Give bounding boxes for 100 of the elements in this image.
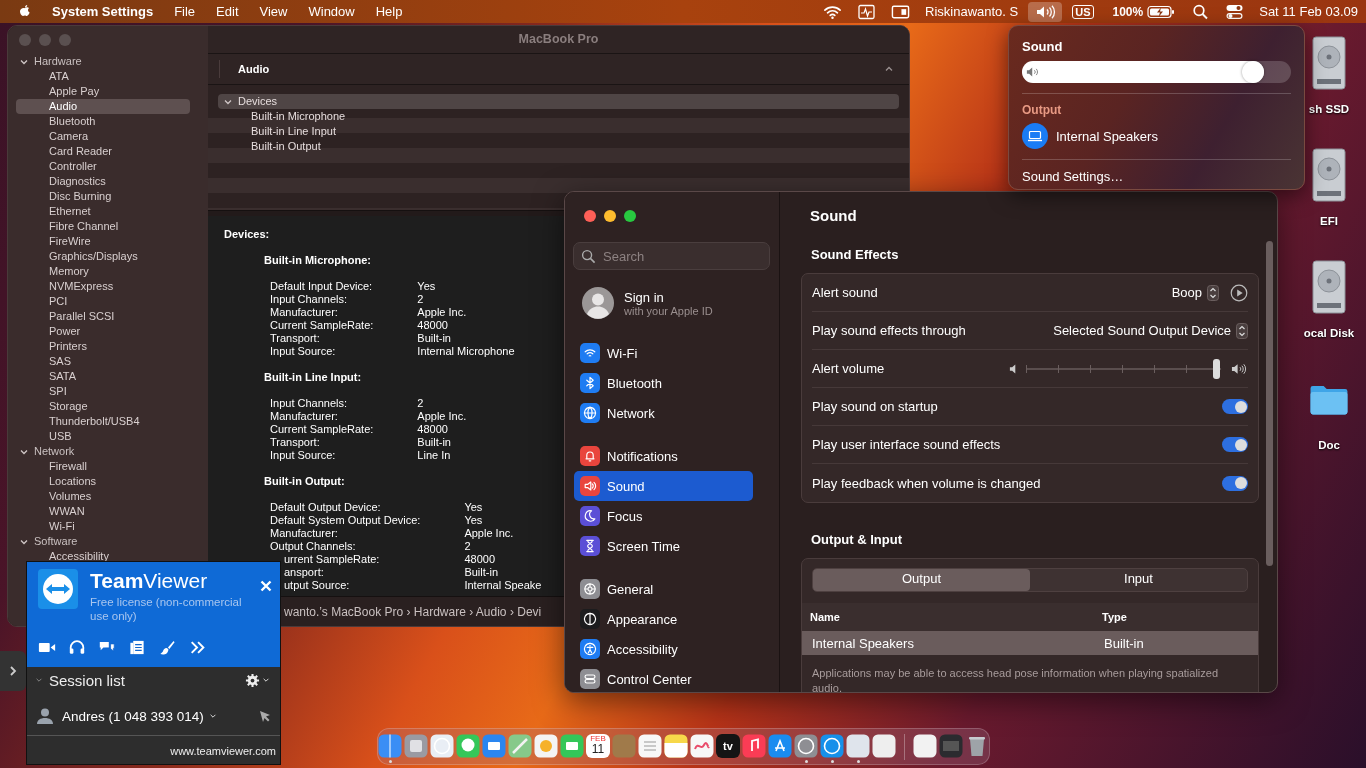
sidebar-item[interactable]: Audio	[16, 99, 190, 114]
tree-item[interactable]: Devices	[218, 94, 899, 109]
tree-item[interactable]: Built-in Microphone	[218, 109, 899, 124]
hard-drive-icon[interactable]	[1309, 33, 1349, 93]
desktop-icon-label[interactable]: EFI	[1320, 215, 1338, 227]
tree-item[interactable]: Built-in Output	[218, 139, 899, 154]
user-name[interactable]: Riskinawanto. S	[925, 4, 1019, 19]
app-icon[interactable]	[794, 734, 818, 758]
slider-thumb[interactable]	[1213, 358, 1221, 379]
brush-icon[interactable]	[158, 639, 176, 656]
menu-item[interactable]: View	[259, 4, 288, 19]
sidebar-group[interactable]: Hardware	[8, 54, 208, 69]
app-icon[interactable]	[560, 734, 584, 758]
caret-icon[interactable]	[208, 712, 217, 720]
chevron-down-icon[interactable]	[35, 676, 43, 684]
sidebar-item[interactable]: Storage	[16, 399, 190, 414]
hard-drive-icon[interactable]	[1309, 257, 1349, 317]
sidebar-item[interactable]: Appearance	[574, 604, 753, 634]
scrollbar-thumb[interactable]	[1266, 241, 1273, 566]
sidebar-item[interactable]: SAS	[16, 354, 190, 369]
sidebar-item[interactable]: Diagnostics	[16, 174, 190, 189]
app-icon[interactable]	[430, 734, 454, 758]
sidebar-item[interactable]: USB	[16, 429, 190, 444]
app-icon[interactable]	[482, 734, 506, 758]
sidebar-item[interactable]: Apple Pay	[16, 84, 190, 99]
sidebar-item[interactable]: Power	[16, 324, 190, 339]
sidebar-item[interactable]: Card Reader	[16, 144, 190, 159]
desktop-icon-label[interactable]: Doc	[1318, 439, 1340, 451]
sidebar-item[interactable]: Fibre Channel	[16, 219, 190, 234]
tree-item[interactable]: Built-in Line Input	[218, 124, 899, 139]
sidebar-item[interactable]: Graphics/Displays	[16, 249, 190, 264]
chart-icon[interactable]	[857, 3, 876, 20]
menu-item[interactable]: Help	[375, 4, 403, 19]
sidebar-item[interactable]: Accessibility	[16, 549, 190, 564]
sidebar-item[interactable]: Printers	[16, 339, 190, 354]
sidebar-item[interactable]: FireWire	[16, 234, 190, 249]
wifi-icon[interactable]	[823, 3, 842, 20]
column-header[interactable]: Name	[802, 611, 1102, 623]
app-menu[interactable]: System Settings	[52, 4, 154, 19]
app-icon[interactable]	[456, 734, 480, 758]
menu-item[interactable]: Window	[308, 4, 355, 19]
toggles-icon[interactable]	[1225, 3, 1245, 20]
sidebar-item[interactable]: Wi-Fi	[16, 519, 190, 534]
sidebar-item[interactable]: Parallel SCSI	[16, 309, 190, 324]
sidebar-item[interactable]: Camera	[16, 129, 190, 144]
zoom-button[interactable]	[624, 210, 636, 222]
app-icon[interactable]	[638, 734, 662, 758]
table-row[interactable]: Internal Speakers Built-in	[802, 631, 1258, 655]
volume-button[interactable]	[1028, 1, 1063, 22]
sidebar-item[interactable]: Ethernet	[16, 204, 190, 219]
app-icon[interactable]	[872, 734, 896, 758]
input-source-indicator[interactable]: US	[1072, 4, 1094, 19]
website-link[interactable]: www.teamviewer.com	[170, 745, 276, 757]
clock[interactable]: Sat 11 Feb 03.09	[1259, 4, 1358, 19]
app-icon[interactable]: tv	[716, 734, 740, 758]
cursor-arrow-icon[interactable]	[258, 709, 272, 723]
column-header[interactable]: Type	[1102, 611, 1127, 623]
close-icon[interactable]	[260, 580, 272, 592]
segment-tab[interactable]: Output	[813, 569, 1030, 591]
popup-menu[interactable]: Selected Sound Output Device	[1053, 322, 1248, 339]
sidebar-item[interactable]: SATA	[16, 369, 190, 384]
sidebar-item[interactable]: SPI	[16, 384, 190, 399]
sidebar-item[interactable]: Control Center	[574, 664, 753, 692]
menu-item[interactable]: File	[174, 4, 196, 19]
sidebar-item[interactable]: Controller	[16, 159, 190, 174]
app-icon[interactable]	[690, 734, 714, 758]
sidebar-item[interactable]: Firewall	[16, 459, 190, 474]
sidebar-item[interactable]: Bluetooth	[574, 368, 753, 398]
sidebar-item[interactable]: Memory	[16, 264, 190, 279]
search-field[interactable]: Search	[573, 242, 770, 270]
calendar-app-icon[interactable]: FEB 11	[586, 734, 610, 758]
sidebar-item[interactable]: Accessibility	[574, 634, 753, 664]
sidebar-item[interactable]: Notifications	[574, 441, 753, 471]
headset-icon[interactable]	[68, 639, 86, 656]
double-chevron-icon[interactable]	[188, 639, 206, 656]
desktop-icon-label[interactable]: sh SSD	[1308, 103, 1350, 115]
app-icon[interactable]	[846, 734, 870, 758]
sidebar-item[interactable]: Screen Time	[574, 531, 753, 561]
sidebar-item[interactable]: Bluetooth	[16, 114, 190, 129]
display-icon[interactable]	[891, 3, 910, 20]
toggle-switch[interactable]	[1222, 437, 1248, 452]
chevron-right-icon[interactable]	[9, 665, 17, 677]
account-item[interactable]: Sign in with your Apple ID	[565, 278, 779, 328]
sidebar-item[interactable]: NVMExpress	[16, 279, 190, 294]
sidebar-item[interactable]: Volumes	[16, 489, 190, 504]
sidebar-item[interactable]: PCI	[16, 294, 190, 309]
close-button[interactable]	[584, 210, 596, 222]
segment-tab[interactable]: Input	[1030, 569, 1247, 591]
app-icon[interactable]	[913, 734, 937, 758]
sidebar-item[interactable]: Disc Burning	[16, 189, 190, 204]
gear-icon[interactable]	[245, 672, 260, 688]
sidebar-item[interactable]: Focus	[574, 501, 753, 531]
play-button[interactable]	[1230, 283, 1248, 302]
session-item[interactable]: Andres (1 048 393 014)	[62, 708, 204, 724]
sidebar-group[interactable]: Software	[8, 534, 208, 549]
battery-icon[interactable]	[1147, 4, 1176, 19]
app-icon[interactable]	[768, 734, 792, 758]
sidebar-item[interactable]: Wi-Fi	[574, 338, 753, 368]
caret-icon[interactable]	[262, 676, 270, 684]
sidebar-item[interactable]: ATA	[16, 69, 190, 84]
